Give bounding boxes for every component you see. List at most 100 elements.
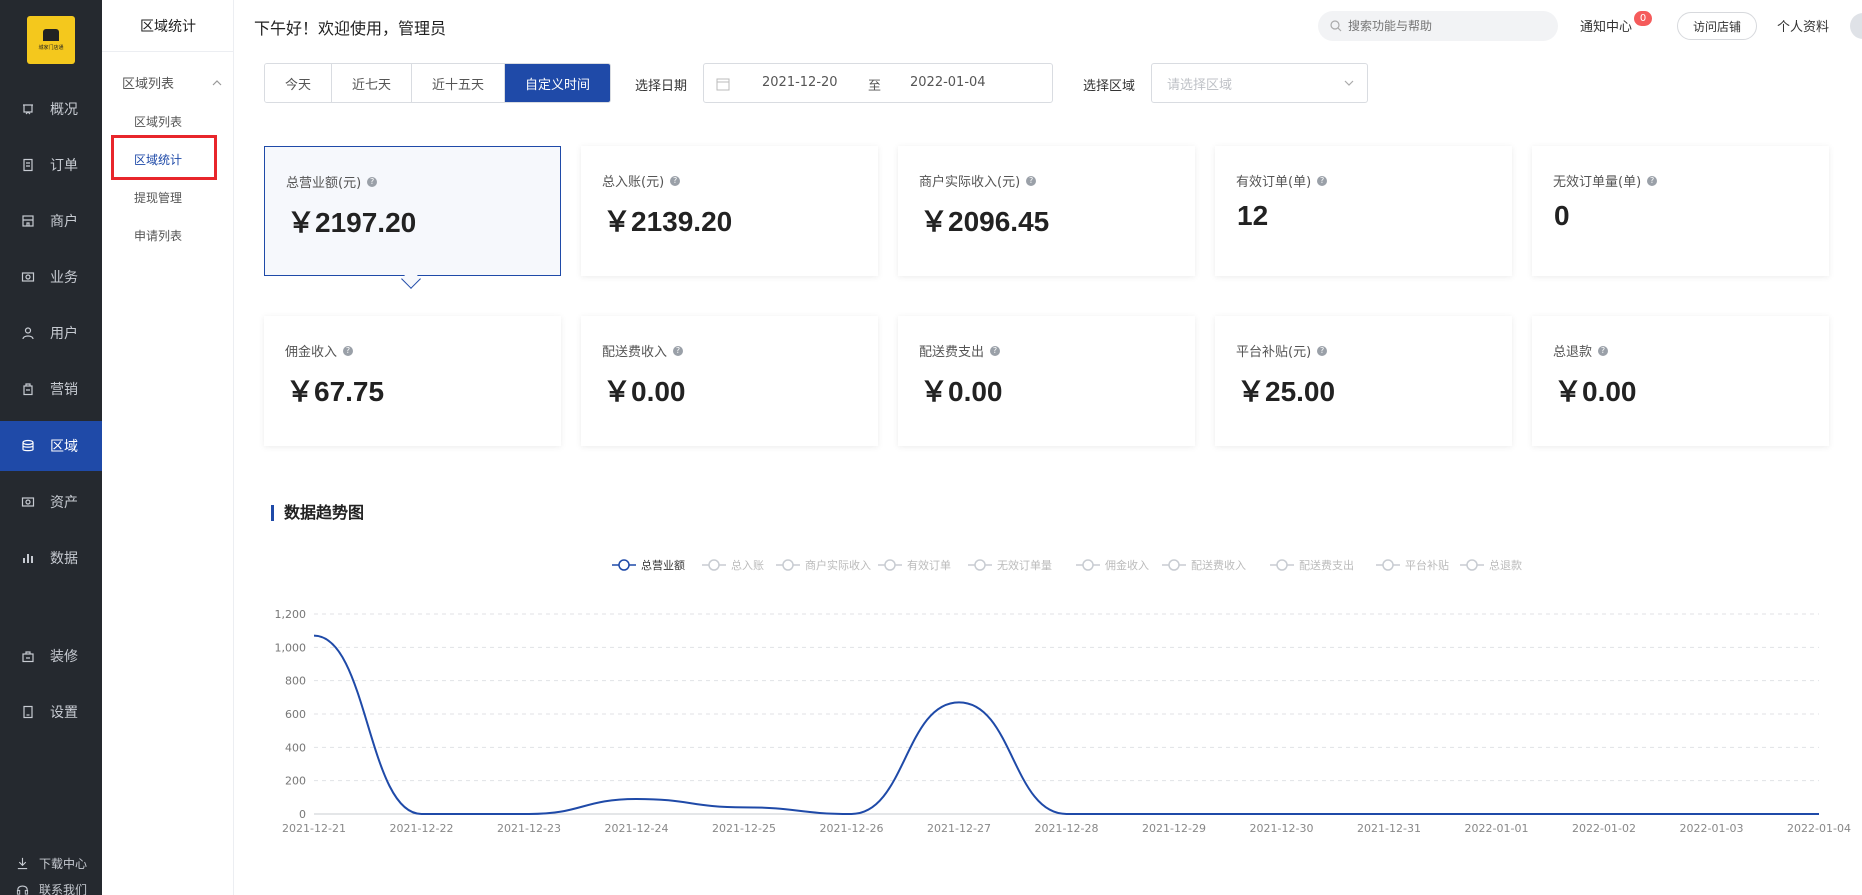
nav-item-label: 概况 — [50, 102, 78, 118]
calendar-icon — [716, 78, 730, 91]
stat-card-valid-orders[interactable]: 有效订单(单)? 12 — [1215, 146, 1512, 276]
nav-item-store[interactable]: 商户 — [0, 196, 102, 246]
stat-card-delivery-expense[interactable]: 配送费支出? ￥0.00 — [898, 316, 1195, 446]
legend-label: 有效订单 — [907, 558, 951, 572]
x-tick-label: 2021-12-21 — [282, 822, 346, 835]
nav-item-label: 装修 — [50, 649, 78, 665]
stat-card-total-refund[interactable]: 总退款? ￥0.00 — [1532, 316, 1829, 446]
nav-item-region[interactable]: 区域 — [0, 421, 102, 471]
contact-us-link[interactable]: 联系我们 — [16, 881, 87, 895]
date-end-value[interactable]: 2022-01-04 — [910, 75, 986, 90]
help-icon[interactable]: ? — [1598, 345, 1609, 356]
stat-card-total-income[interactable]: 总入账(元)? ￥2139.20 — [581, 146, 878, 276]
legend-item[interactable]: 总营业额 — [612, 558, 685, 572]
help-icon[interactable]: ? — [1317, 345, 1328, 356]
legend-item[interactable]: 配送费收入 — [1162, 558, 1246, 572]
download-center-link[interactable]: 下载中心 — [16, 855, 87, 872]
help-icon[interactable]: ? — [1317, 175, 1328, 186]
tab-last-15-days[interactable]: 近十五天 — [412, 64, 506, 102]
nav-item-label: 营销 — [50, 382, 78, 398]
legend-item[interactable]: 总退款 — [1460, 558, 1522, 572]
avatar[interactable] — [1850, 13, 1862, 39]
top-header: 下午好！欢迎使用，管理员 通知中心 0 访问店铺 个人资料 — [234, 0, 1862, 52]
time-range-tabs: 今天 近七天 近十五天 自定义时间 — [264, 63, 612, 103]
legend-marker — [974, 559, 986, 571]
visit-store-button[interactable]: 访问店铺 — [1677, 12, 1757, 40]
nav-item-business[interactable]: 业务 — [0, 252, 102, 302]
asset-icon — [20, 494, 36, 510]
legend-item[interactable]: 无效订单量 — [968, 558, 1052, 572]
date-label: 选择日期 — [635, 79, 688, 94]
legend-item[interactable]: 配送费支出 — [1270, 558, 1354, 572]
stat-card-label: 总营业额(元) — [286, 176, 362, 191]
legend-item[interactable]: 总入账 — [702, 558, 764, 572]
legend-marker — [1382, 559, 1394, 571]
nav-item-data[interactable]: 数据 — [0, 533, 102, 583]
logo[interactable]: 城家门店通 — [27, 16, 75, 64]
legend-label: 佣金收入 — [1105, 558, 1149, 572]
legend-item[interactable]: 佣金收入 — [1076, 558, 1149, 572]
notification-badge: 0 — [1634, 11, 1652, 26]
help-icon[interactable]: ? — [343, 345, 354, 356]
notification-center-link[interactable]: 通知中心 — [1580, 16, 1632, 35]
subnav-item-withdraw-management[interactable]: 提现管理 — [134, 189, 182, 206]
y-tick-label: 200 — [285, 775, 306, 788]
subnav-group-region-list[interactable]: 区域列表 — [122, 73, 222, 92]
x-tick-label: 2022-01-03 — [1680, 822, 1744, 835]
date-start-value[interactable]: 2021-12-20 — [762, 75, 838, 90]
subnav-title: 区域统计 — [102, 0, 234, 52]
legend-marker — [618, 559, 630, 571]
nav-item-dashboard[interactable]: 概况 — [0, 84, 102, 134]
stat-card-label: 无效订单量(单) — [1553, 175, 1642, 190]
legend-item[interactable]: 商户实际收入 — [776, 558, 871, 572]
x-tick-label: 2022-01-02 — [1572, 822, 1636, 835]
subnav-item-region-list[interactable]: 区域列表 — [134, 113, 182, 130]
nav-item-order[interactable]: 订单 — [0, 140, 102, 190]
profile-link[interactable]: 个人资料 — [1777, 16, 1829, 35]
legend-item[interactable]: 平台补贴 — [1376, 558, 1449, 572]
y-tick-label: 800 — [285, 675, 306, 688]
tab-today[interactable]: 今天 — [265, 64, 333, 102]
help-icon[interactable]: ? — [1026, 175, 1037, 186]
legend-marker — [708, 559, 720, 571]
y-tick-label: 0 — [299, 808, 306, 821]
subnav-item-application-list[interactable]: 申请列表 — [134, 227, 182, 244]
stat-card-platform-subsidy[interactable]: 平台补贴(元)? ￥25.00 — [1215, 316, 1512, 446]
legend-label: 平台补贴 — [1405, 558, 1449, 572]
nav-item-asset[interactable]: 资产 — [0, 477, 102, 527]
nav-item-marketing[interactable]: 营销 — [0, 364, 102, 414]
marketing-icon — [20, 381, 36, 397]
stat-card-label: 平台补贴(元) — [1236, 345, 1312, 360]
area-select-placeholder: 请选择区域 — [1167, 77, 1233, 93]
help-icon[interactable]: ? — [1647, 175, 1658, 186]
area-select[interactable]: 请选择区域 — [1151, 63, 1368, 103]
x-tick-label: 2021-12-26 — [820, 822, 884, 835]
tab-custom-time[interactable]: 自定义时间 — [505, 64, 611, 102]
help-icon[interactable]: ? — [367, 176, 378, 187]
stat-card-label: 配送费收入 — [602, 345, 668, 360]
legend-label: 配送费收入 — [1191, 558, 1246, 572]
search-input[interactable] — [1348, 19, 1538, 33]
subnav-group-label: 区域列表 — [122, 77, 175, 92]
nav-item-settings[interactable]: 设置 — [0, 687, 102, 737]
stat-card-total-revenue[interactable]: 总营业额(元)? ￥2197.20 — [264, 146, 561, 276]
stat-card-invalid-orders[interactable]: 无效订单量(单)? 0 — [1532, 146, 1829, 276]
help-icon[interactable]: ? — [990, 345, 1001, 356]
tab-last-7-days[interactable]: 近七天 — [332, 64, 413, 102]
stat-card-value: ￥25.00 — [1237, 376, 1336, 407]
search-box[interactable] — [1318, 11, 1558, 41]
legend-item[interactable]: 有效订单 — [878, 558, 951, 572]
date-range-picker[interactable]: 2021-12-20 至 2022-01-04 — [703, 63, 1053, 103]
nav-item-decoration[interactable]: 装修 — [0, 631, 102, 681]
nav-item-label: 资产 — [50, 495, 78, 511]
stat-card-delivery-income[interactable]: 配送费收入? ￥0.00 — [581, 316, 878, 446]
stat-card-commission[interactable]: 佣金收入? ￥67.75 — [264, 316, 561, 446]
help-icon[interactable]: ? — [673, 345, 684, 356]
x-tick-label: 2021-12-22 — [390, 822, 454, 835]
help-icon[interactable]: ? — [670, 175, 681, 186]
settings-icon — [20, 704, 36, 720]
x-tick-label: 2021-12-23 — [497, 822, 561, 835]
stat-card-merchant-income[interactable]: 商户实际收入(元)? ￥2096.45 — [898, 146, 1195, 276]
nav-item-user[interactable]: 用户 — [0, 308, 102, 358]
dashboard-icon — [20, 101, 36, 117]
